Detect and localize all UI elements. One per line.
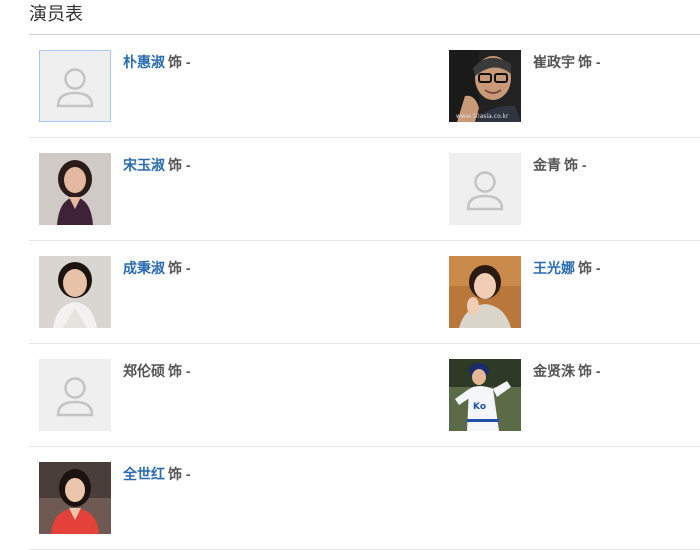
person-icon xyxy=(466,171,504,211)
woman-purple-photo xyxy=(39,153,111,225)
avatar-placeholder[interactable] xyxy=(449,153,521,225)
cast-row: 全世红饰 - xyxy=(29,447,700,550)
actor-name-link[interactable]: 成秉淑 xyxy=(123,260,165,276)
cast-row: 朴惠淑饰 - www.10asia.co.kr 崔政宇 饰 - xyxy=(29,35,700,138)
actor-photo[interactable] xyxy=(39,256,111,328)
actor-name-link[interactable]: 宋玉淑 xyxy=(123,157,165,173)
role-label: 饰 - xyxy=(168,157,191,173)
actor-name: 金贤洙 xyxy=(533,363,575,379)
role-label: 饰 - xyxy=(168,260,191,276)
actor-photo[interactable]: Ko xyxy=(449,359,521,431)
jersey-text: Ko xyxy=(473,402,486,412)
cast-row: 郑伦硕饰 - Ko 金贤洙饰 - xyxy=(29,344,700,447)
role-label: 饰 - xyxy=(168,54,191,70)
actor-name-link[interactable]: 全世红 xyxy=(123,466,165,482)
actor-name: 郑伦硕 xyxy=(123,363,165,379)
actor-name-link[interactable]: 朴惠淑 xyxy=(123,54,165,70)
actor-photo[interactable] xyxy=(449,256,521,328)
person-icon xyxy=(56,68,94,108)
role-label: 饰 - xyxy=(578,260,601,276)
actor-name-link[interactable]: 王光娜 xyxy=(533,260,575,276)
actor-photo[interactable] xyxy=(39,462,111,534)
role-label: 饰 - xyxy=(578,54,601,70)
cast-row: 成秉淑饰 - 王光娜饰 - xyxy=(29,241,700,344)
role-label: 饰 - xyxy=(168,363,191,379)
actor-name: 崔政宇 xyxy=(533,54,575,70)
woman-white-photo xyxy=(39,256,111,328)
cast-row: 宋玉淑饰 - 金青饰 - xyxy=(29,138,700,241)
avatar-placeholder[interactable] xyxy=(39,50,111,122)
baseball-player-photo: Ko xyxy=(449,359,521,431)
photo-watermark: www.10asia.co.kr xyxy=(456,113,509,120)
role-label: 饰 - xyxy=(564,157,587,173)
actor-photo[interactable]: www.10asia.co.kr xyxy=(449,50,521,122)
woman-short-hair-photo xyxy=(449,256,521,328)
section-title: 演员表 xyxy=(29,4,83,24)
avatar-placeholder[interactable] xyxy=(39,359,111,431)
actor-name: 金青 xyxy=(533,157,561,173)
role-label: 饰 - xyxy=(168,466,191,482)
role-label: 饰 - xyxy=(578,363,601,379)
woman-red-photo xyxy=(39,462,111,534)
person-icon xyxy=(56,377,94,417)
cast-section: 演员表 朴惠淑饰 - www.10asia.co.kr 崔政宇 饰 - 宋玉淑 … xyxy=(0,0,700,550)
man-glasses-photo: www.10asia.co.kr xyxy=(449,50,521,122)
actor-photo[interactable] xyxy=(39,153,111,225)
